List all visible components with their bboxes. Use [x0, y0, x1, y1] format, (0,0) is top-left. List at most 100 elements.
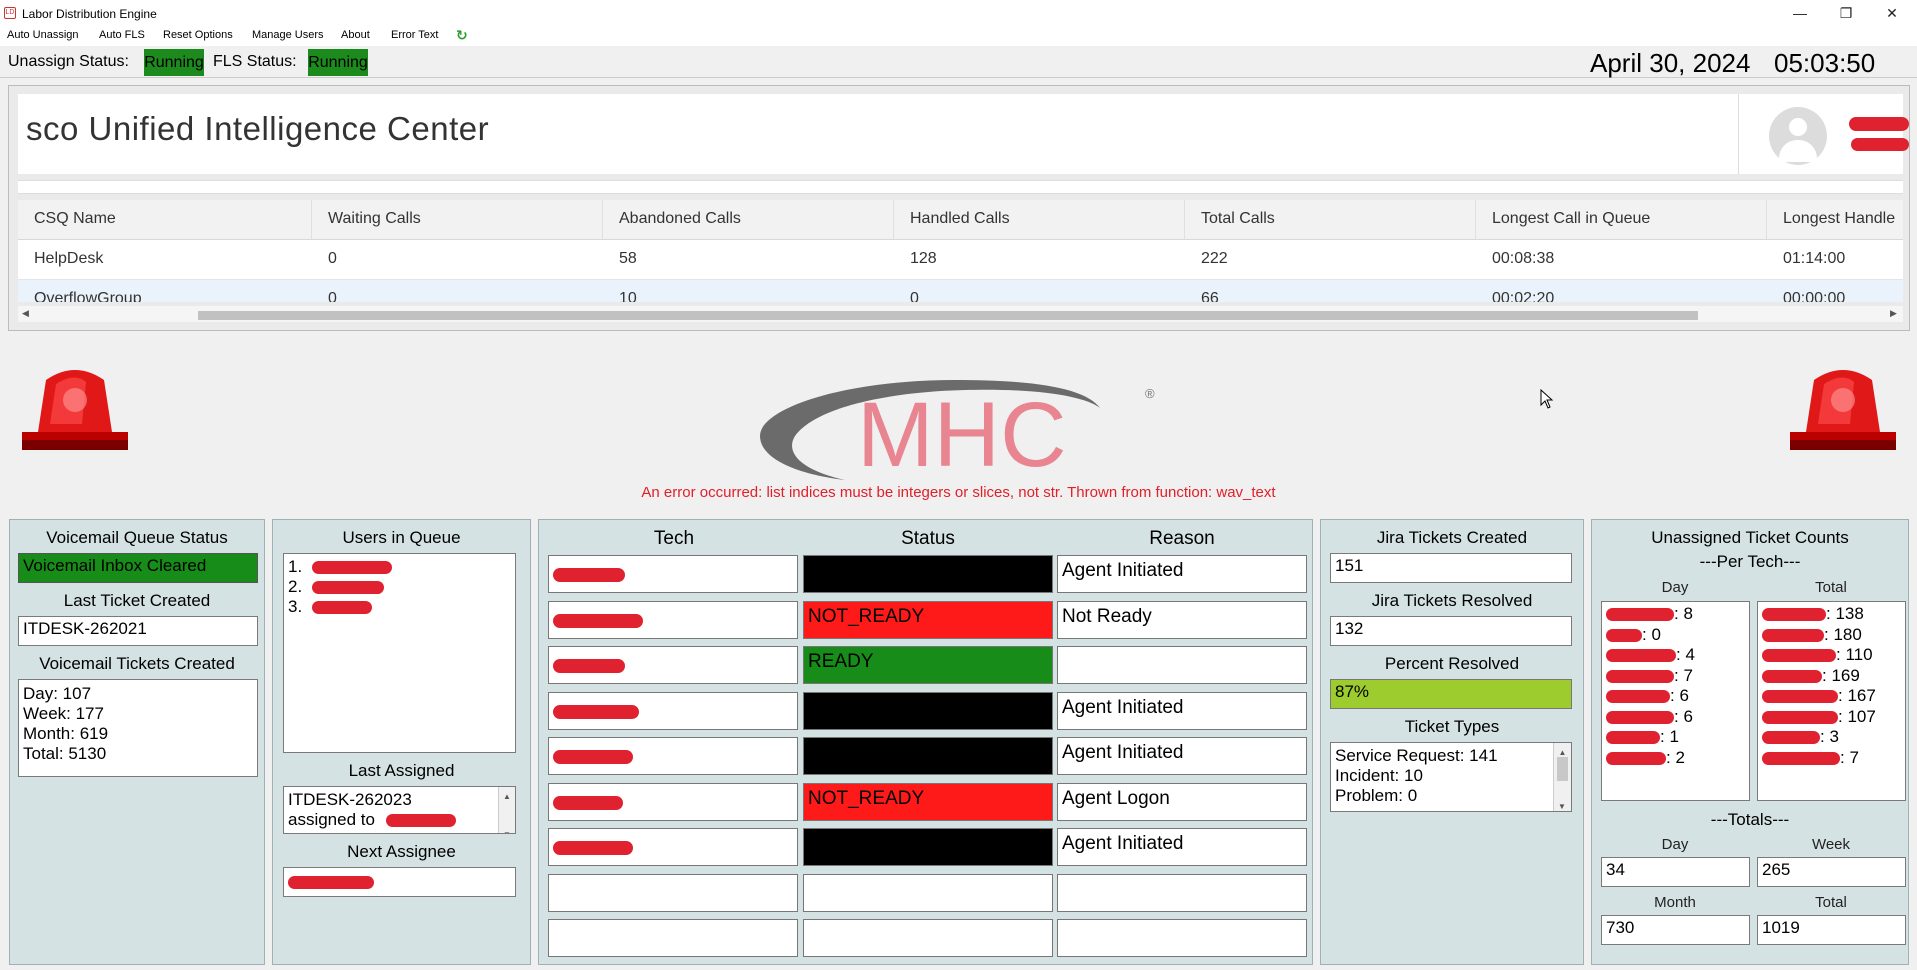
vertical-scrollbar[interactable]: ▲ ▼ [1553, 743, 1571, 811]
list-item[interactable]: : 2 [1606, 748, 1745, 769]
totals-day-field[interactable]: 34 [1601, 857, 1750, 887]
list-item[interactable]: 2. [288, 577, 511, 597]
voicemail-counts-box[interactable]: Day: 107 Week: 177 Month: 619 Total: 513… [18, 679, 258, 777]
menu-reset-options[interactable]: Reset Options [163, 29, 233, 41]
col-header-total-calls[interactable]: Total Calls [1185, 200, 1476, 240]
list-item[interactable]: : 7 [1762, 748, 1901, 769]
scroll-up-icon[interactable]: ▲ [499, 787, 515, 807]
totals-week-field[interactable]: 265 [1757, 857, 1906, 887]
scroll-down-icon[interactable]: ▼ [499, 825, 515, 833]
col-header-waiting-calls[interactable]: Waiting Calls [312, 200, 603, 240]
avatar-icon[interactable] [1769, 107, 1827, 165]
last-assigned-ticket: ITDESK-262023 [288, 790, 412, 809]
redaction-mark [1762, 649, 1836, 663]
menu-manage-users[interactable]: Manage Users [252, 29, 324, 41]
minimize-button[interactable]: — [1777, 0, 1823, 26]
tech-reason-cell: Not Ready [1057, 600, 1307, 639]
voicemail-title: Voicemail Queue Status [46, 528, 228, 547]
list-item[interactable]: : 167 [1762, 686, 1901, 707]
last-assigned-label: Last Assigned [348, 761, 455, 780]
list-item[interactable]: : 6 [1606, 707, 1745, 728]
ticket-types-box[interactable]: Service Request: 141 Incident: 10 Proble… [1330, 742, 1572, 812]
list-item[interactable]: : 3 [1762, 727, 1901, 748]
jira-resolved-field[interactable]: 132 [1330, 616, 1572, 646]
tech-name-cell[interactable] [548, 600, 798, 639]
menu-auto-unassign[interactable]: Auto Unassign [7, 29, 79, 41]
list-item[interactable]: : 1 [1606, 727, 1745, 748]
list-item[interactable]: 1. [288, 557, 511, 577]
table-row[interactable]: OverflowGroup 0 10 0 66 00:02:20 00:00:0… [18, 280, 1903, 302]
last-assigned-box[interactable]: ITDESK-262023 assigned to ▲ ▼ [283, 786, 516, 834]
queue-list[interactable]: 1. 2. 3. [283, 553, 516, 753]
tech-name-cell[interactable] [548, 737, 798, 775]
col-header-abandoned-calls[interactable]: Abandoned Calls [603, 200, 894, 240]
list-item[interactable]: : 138 [1762, 604, 1901, 625]
list-item[interactable]: : 107 [1762, 707, 1901, 728]
list-item[interactable]: : 6 [1606, 686, 1745, 707]
menu-error-text[interactable]: Error Text [391, 29, 438, 41]
ticket-type-service: Service Request: 141 [1335, 746, 1498, 765]
per-tech-total-list[interactable]: : 138 : 180: 110 : 169: 167: 107: 3: 7 [1757, 601, 1906, 801]
tech-reason-cell: Agent Initiated [1057, 691, 1307, 730]
jira-created-field[interactable]: 151 [1330, 553, 1572, 583]
scrollbar-thumb[interactable] [1557, 757, 1568, 781]
next-assignee-field[interactable] [283, 867, 516, 897]
tech-status-panel: Tech Status Reason Agent Initiated NOT_RE… [538, 519, 1313, 965]
list-item[interactable]: : 0 [1606, 625, 1745, 646]
maximize-button[interactable]: ❐ [1823, 0, 1869, 26]
tech-name-cell[interactable] [548, 691, 798, 730]
list-item[interactable]: : 8 [1606, 604, 1745, 625]
vertical-scrollbar[interactable]: ▲ ▼ [498, 787, 515, 833]
col-header-csq-name[interactable]: CSQ Name [18, 200, 312, 240]
per-tech-day-list[interactable]: : 8: 0: 4: 7: 6: 6: 1: 2 [1601, 601, 1750, 801]
redaction-mark [553, 704, 639, 719]
tech-name-cell[interactable] [548, 555, 798, 593]
user-area [1738, 94, 1909, 174]
list-item[interactable]: 3. [288, 597, 511, 617]
list-item[interactable]: : 110 [1762, 645, 1901, 666]
mouse-cursor-icon [1540, 389, 1554, 409]
tech-name-cell[interactable] [548, 828, 798, 866]
scroll-right-icon[interactable]: ▶ [1890, 308, 1897, 319]
fls-status-label: FLS Status: [213, 53, 297, 70]
list-item[interactable]: : 180 [1762, 625, 1901, 646]
tech-name-cell[interactable] [548, 873, 798, 912]
jira-created-label: Jira Tickets Created [1376, 528, 1528, 547]
tech-name-cell[interactable] [548, 919, 798, 957]
menu-auto-fls[interactable]: Auto FLS [99, 29, 145, 41]
cell-csq-name: OverflowGroup [34, 290, 142, 302]
cell-handled: 0 [910, 290, 919, 302]
col-header-longest-in-queue[interactable]: Longest Call in Queue [1476, 200, 1767, 240]
ticket-type-problem: Problem: 0 [1335, 786, 1418, 805]
scrollbar-thumb[interactable] [198, 311, 1698, 320]
redaction-mark [312, 561, 392, 574]
col-header-longest-handle[interactable]: Longest Handle [1767, 200, 1903, 240]
list-item[interactable]: : 7 [1606, 666, 1745, 687]
count-value: : 4 [1676, 645, 1695, 664]
totals-month-field[interactable]: 730 [1601, 915, 1750, 945]
count-value: : 2 [1666, 747, 1685, 767]
menu-bar: Auto Unassign Auto FLS Reset Options Man… [0, 26, 1917, 46]
list-item[interactable]: : 4 [1606, 645, 1745, 666]
menu-about[interactable]: About [341, 29, 370, 41]
horizontal-scrollbar[interactable]: ◀ ▶ [18, 306, 1903, 322]
tech-name-cell[interactable] [548, 782, 798, 821]
jira-panel: Jira Tickets Created 151 Jira Tickets Re… [1320, 519, 1584, 965]
count-value: : 110 [1836, 645, 1873, 664]
close-button[interactable]: ✕ [1869, 0, 1915, 26]
redaction-mark [386, 814, 456, 827]
tech-name-cell[interactable] [548, 646, 798, 684]
table-row[interactable]: HelpDesk 0 58 128 222 00:08:38 01:14:00 [18, 240, 1903, 280]
list-item[interactable]: : 169 [1762, 666, 1901, 687]
totals-week-label: Week [1811, 836, 1851, 853]
siren-left-icon [22, 370, 128, 450]
col-header-handled-calls[interactable]: Handled Calls [894, 200, 1185, 240]
scroll-left-icon[interactable]: ◀ [22, 308, 29, 319]
totals-total-field[interactable]: 1019 [1757, 915, 1906, 945]
refresh-icon[interactable]: ↻ [456, 27, 468, 44]
count-value: : 0 [1642, 624, 1661, 644]
scroll-down-icon[interactable]: ▼ [1558, 797, 1566, 811]
count-value: : 138 [1826, 604, 1864, 623]
app-icon: LD [4, 7, 16, 19]
last-ticket-field[interactable]: ITDESK-262021 [18, 616, 258, 646]
